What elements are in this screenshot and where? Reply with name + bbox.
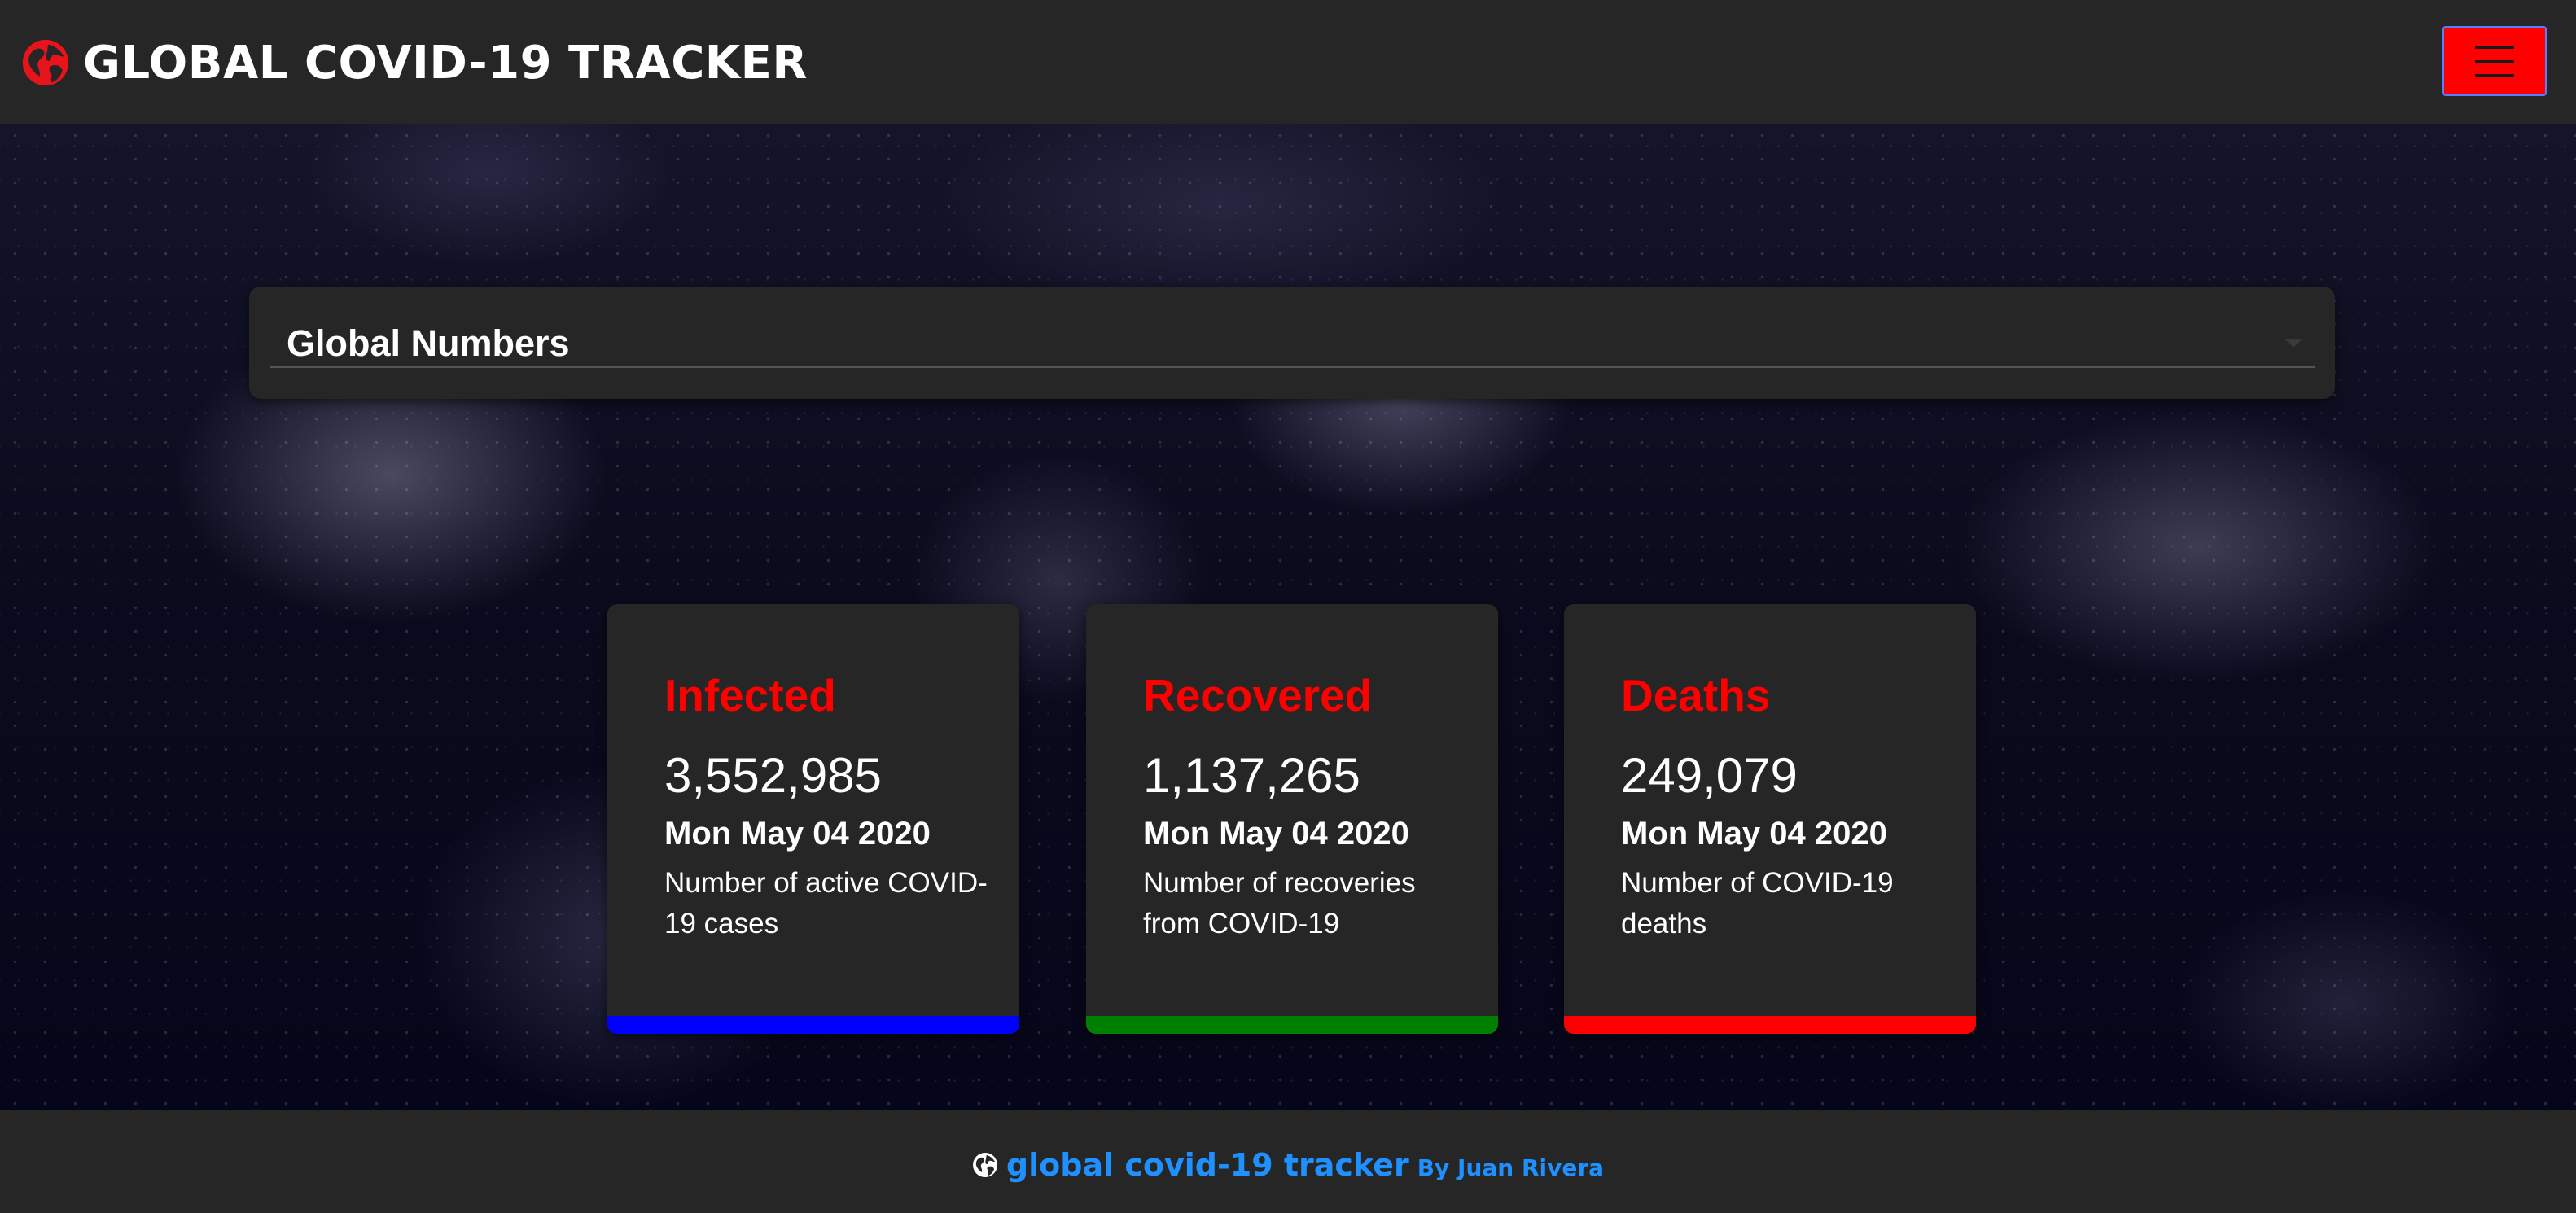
footer-credit: global covid-19 tracker By Juan Rivera bbox=[972, 1147, 1604, 1183]
hamburger-icon-bar bbox=[2475, 46, 2514, 49]
country-select-value: Global Numbers bbox=[287, 322, 570, 364]
country-select[interactable]: Global Numbers bbox=[270, 311, 2315, 368]
card-accent-stripe bbox=[1564, 1016, 1976, 1034]
card-title: Deaths bbox=[1621, 670, 1771, 720]
country-selector-panel: Global Numbers bbox=[249, 287, 2335, 399]
card-date: Mon May 04 2020 bbox=[664, 816, 931, 852]
globe-icon bbox=[22, 39, 69, 86]
card-description: Number of active COVID-19 cases bbox=[664, 867, 988, 939]
card-accent-stripe bbox=[1086, 1016, 1498, 1034]
card-value: 3,552,985 bbox=[664, 748, 882, 803]
footer-app-link[interactable]: global covid-19 tracker bbox=[1006, 1147, 1409, 1183]
menu-toggle-button[interactable] bbox=[2442, 26, 2547, 96]
infected-card: Infected 3,552,985 Mon May 04 2020 Numbe… bbox=[607, 604, 1019, 1034]
navbar: GLOBAL COVID-19 TRACKER bbox=[0, 0, 2576, 124]
card-title: Recovered bbox=[1143, 670, 1373, 720]
card-date: Mon May 04 2020 bbox=[1143, 816, 1409, 852]
footer: global covid-19 tracker By Juan Rivera bbox=[0, 1110, 2576, 1213]
card-description: Number of COVID-19 deaths bbox=[1621, 867, 1894, 939]
dropdown-arrow-icon bbox=[2285, 339, 2302, 348]
card-date: Mon May 04 2020 bbox=[1621, 816, 1887, 852]
hamburger-icon-bar bbox=[2475, 59, 2514, 63]
card-value: 249,079 bbox=[1621, 748, 1798, 803]
globe-icon bbox=[972, 1153, 997, 1177]
card-description: Number of recoveries from COVID-19 bbox=[1143, 867, 1416, 939]
card-title: Infected bbox=[664, 670, 836, 720]
brand[interactable]: GLOBAL COVID-19 TRACKER bbox=[21, 36, 808, 90]
footer-author: By Juan Rivera bbox=[1417, 1154, 1605, 1181]
card-value: 1,137,265 bbox=[1143, 748, 1360, 803]
deaths-card: Deaths 249,079 Mon May 04 2020 Number of… bbox=[1564, 604, 1976, 1034]
app-title: GLOBAL COVID-19 TRACKER bbox=[83, 36, 808, 90]
hamburger-icon-bar bbox=[2475, 73, 2514, 77]
recovered-card: Recovered 1,137,265 Mon May 04 2020 Numb… bbox=[1086, 604, 1498, 1034]
card-accent-stripe bbox=[607, 1016, 1019, 1034]
